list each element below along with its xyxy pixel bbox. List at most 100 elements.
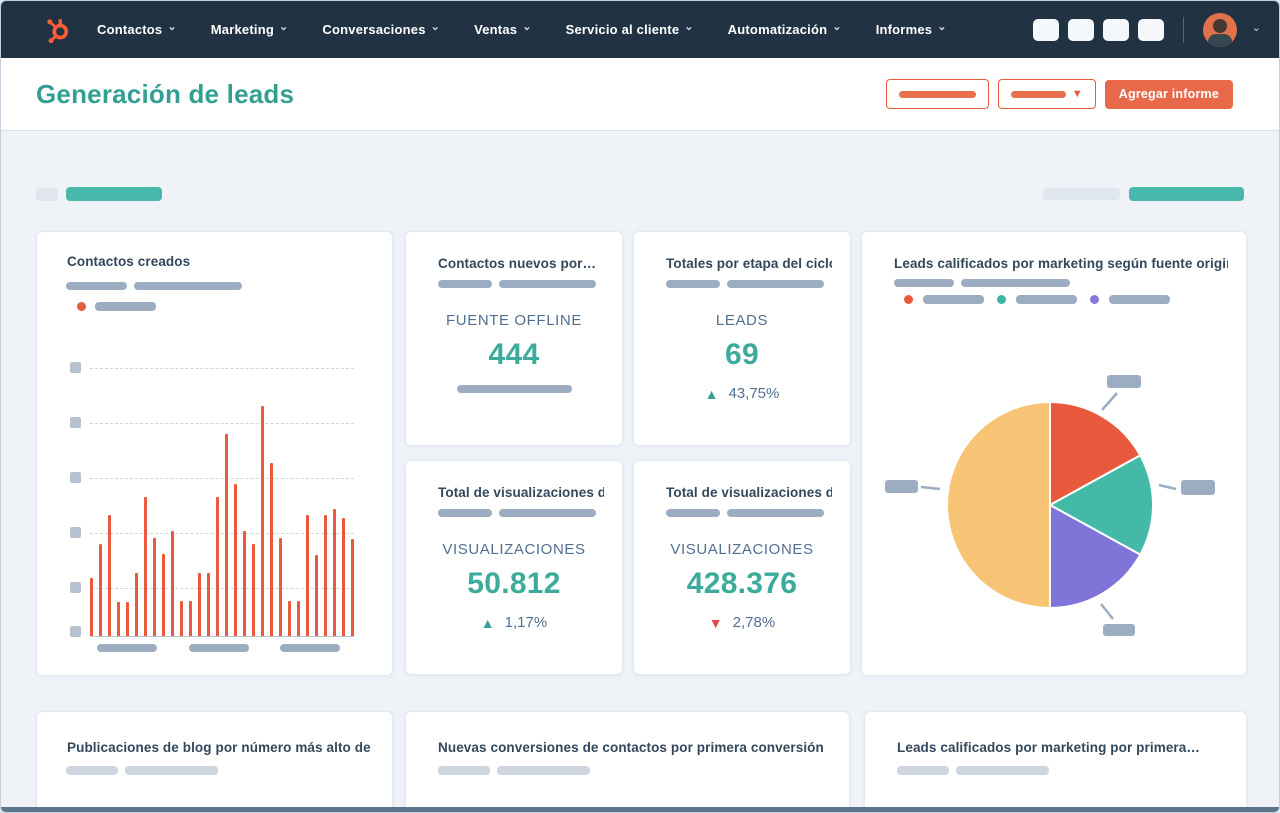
chevron-down-icon: ⌄ — [278, 21, 289, 33]
user-avatar[interactable] — [1202, 12, 1237, 47]
pie-chart — [885, 375, 1215, 636]
legend-dot-orange — [77, 302, 86, 311]
redacted-legend-pill — [1016, 295, 1077, 304]
bar — [153, 538, 156, 636]
bar — [234, 484, 237, 636]
nav-tool-placeholder-3[interactable] — [1102, 18, 1129, 41]
redacted-subtitle-pills — [66, 766, 218, 775]
header-action-dropdown-redacted[interactable]: ▼ — [997, 79, 1096, 109]
metric-value: 428.376 — [686, 567, 798, 600]
bar — [270, 463, 273, 636]
bar — [135, 573, 138, 636]
redacted-legend-pill — [1109, 295, 1170, 304]
bar — [252, 544, 255, 636]
nav-item-servicio-al-cliente[interactable]: Servicio al cliente ⌄ — [566, 22, 694, 38]
metric-value: 444 — [488, 338, 540, 371]
nav-item-informes[interactable]: Informes ⌄ — [876, 21, 947, 38]
bar — [162, 554, 165, 636]
pie-slice-segment-yellow — [946, 401, 1051, 609]
redacted-subtitle-pills — [66, 282, 242, 290]
chevron-down-icon: ⌄ — [937, 21, 947, 33]
redacted-subtitle-pills — [438, 766, 590, 775]
nav-item-ventas[interactable]: Ventas ⌄ — [474, 22, 532, 38]
page-title: Generación de leads — [36, 78, 295, 109]
hubspot-logo-icon[interactable] — [39, 13, 73, 47]
card-title: Total de visualizaciones de… — [666, 485, 832, 500]
nav-item-contactos[interactable]: Contactos ⌄ — [97, 22, 177, 38]
bar — [198, 573, 201, 636]
nav-tool-placeholder-4[interactable] — [1137, 18, 1164, 41]
bar — [117, 602, 120, 636]
filter-placeholder-teal[interactable] — [66, 187, 162, 201]
dropdown-caret-icon: ▼ — [1071, 87, 1083, 100]
nav-right-tools: ⌄ — [1032, 12, 1261, 47]
bar — [90, 578, 93, 636]
bar — [279, 538, 282, 636]
card-total-views-large: Total de visualizaciones de… VISUALIZACI… — [633, 460, 851, 675]
bar — [108, 515, 111, 636]
bar — [342, 518, 345, 636]
card-mql-by-original-source: Leads calificados por marketing según fu… — [861, 231, 1247, 676]
metric-value: 69 — [725, 338, 759, 371]
nav-item-conversaciones[interactable]: Conversaciones ⌄ — [322, 22, 440, 38]
nav-item-label: Marketing — [210, 22, 274, 37]
redacted-subtitle-pills — [894, 279, 1070, 287]
add-report-button[interactable]: Agregar informe — [1104, 79, 1233, 109]
card-lifecycle-stage-totals: Totales por etapa del ciclo… LEADS 69 ▲ … — [633, 231, 851, 446]
card-title: Total de visualizaciones de… — [438, 485, 604, 500]
bar — [225, 434, 228, 636]
legend-dot-orange — [904, 295, 913, 304]
redacted-label-pill — [1010, 90, 1066, 98]
chart-legend — [77, 302, 156, 311]
nav-item-label: Ventas — [474, 22, 518, 37]
card-title: Totales por etapa del ciclo… — [666, 256, 832, 271]
dashboard-filter-left — [36, 187, 162, 201]
card-title: Nuevas conversiones de contactos por pri… — [438, 740, 824, 755]
nav-divider — [1182, 16, 1184, 43]
nav-item-label: Automatización — [727, 22, 828, 37]
bar — [261, 406, 264, 636]
bar — [243, 531, 246, 636]
trend-up-icon: ▲ — [480, 614, 495, 631]
bar — [171, 531, 174, 636]
bar — [144, 497, 147, 636]
nav-tool-placeholder-2[interactable] — [1067, 18, 1094, 41]
legend-dot-purple — [1090, 295, 1099, 304]
card-title: Contactos nuevos por… — [438, 256, 597, 271]
filter-placeholder-gray[interactable] — [1043, 188, 1120, 200]
card-mql-first-conversion: Leads calificados por marketing por prim… — [864, 711, 1247, 812]
nav-item-automatizacion[interactable]: Automatización ⌄ — [727, 21, 842, 38]
card-title: Contactos creados — [67, 254, 191, 269]
legend-dot-teal — [997, 295, 1006, 304]
metric-delta: 2,78% — [732, 614, 776, 631]
window-bottom-edge — [1, 807, 1279, 812]
metric-label: FUENTE OFFLINE — [446, 312, 582, 329]
chevron-down-icon: ⌄ — [832, 21, 842, 33]
nav-item-label: Conversaciones — [322, 22, 426, 37]
filter-placeholder-teal[interactable] — [1129, 187, 1244, 201]
top-nav: Contactos ⌄ Marketing ⌄ Conversaciones ⌄ Venta… — [1, 1, 1279, 58]
redacted-subtitle-pills — [438, 509, 596, 517]
metric-delta: 43,75% — [728, 385, 780, 402]
metric-label: LEADS — [715, 312, 769, 329]
card-title: Leads calificados por marketing según fu… — [894, 256, 1228, 271]
bar-chart-plot — [90, 368, 354, 637]
dashboard-filter-right — [1043, 187, 1244, 201]
redacted-comparison-pill — [456, 385, 572, 393]
card-contacts-created: Contactos creados — [36, 231, 393, 676]
bar — [216, 497, 219, 636]
bar-series — [90, 406, 354, 636]
avatar-chevron-down-icon[interactable]: ⌄ — [1252, 21, 1261, 34]
hubspot-dashboard-window: Contactos ⌄ Marketing ⌄ Conversaciones ⌄ Venta… — [0, 0, 1280, 813]
metric-label: VISUALIZACIONES — [442, 541, 586, 558]
header-actions: ▼ Agregar informe — [885, 79, 1233, 109]
nav-item-marketing[interactable]: Marketing ⌄ — [210, 21, 289, 38]
pie-legend — [904, 295, 1170, 304]
bar — [306, 515, 309, 636]
filter-placeholder-gray[interactable] — [36, 187, 58, 201]
bar — [315, 555, 318, 636]
nav-tool-placeholder-1[interactable] — [1032, 18, 1059, 41]
redacted-subtitle-pills — [897, 766, 1049, 775]
header-action-redacted-1[interactable] — [885, 79, 989, 109]
nav-item-label: Contactos — [97, 22, 163, 37]
